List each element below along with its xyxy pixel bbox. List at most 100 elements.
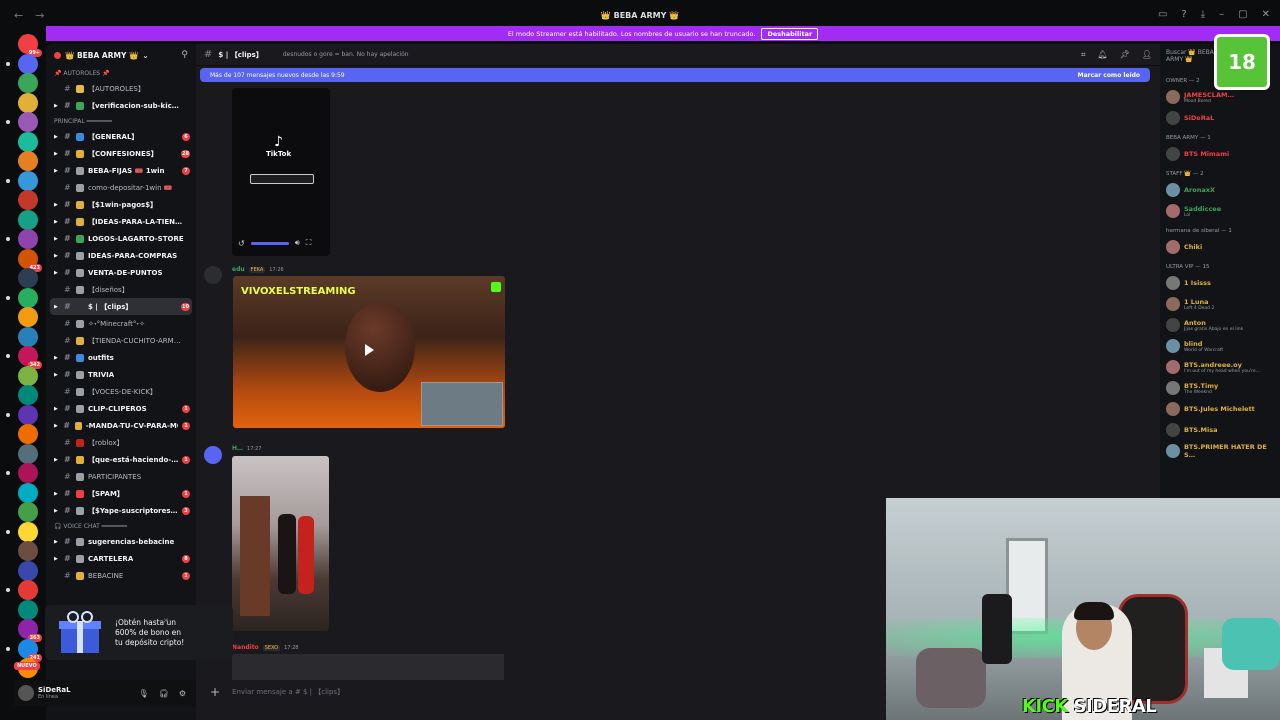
channel-item[interactable]: ▶ # TRIVIA [46,366,196,383]
server-icon[interactable] [18,326,38,347]
channel-category[interactable]: 🎧 VOICE CHAT ━━━━━━━ [46,519,196,533]
server-icon[interactable] [18,73,38,93]
server-icon[interactable] [18,424,38,444]
member-item[interactable]: BTS.Timy The Weeknd [1166,380,1218,396]
channel-item[interactable]: ▶ # $ | 【clips】 10 [50,298,192,315]
member-item[interactable]: 1 Isisss [1166,275,1211,291]
member-item[interactable]: SiDeRaL [1166,110,1214,126]
channel-item[interactable]: # PARTICIPANTES [46,468,196,485]
server-icon[interactable] [18,307,38,327]
server-icon[interactable] [18,541,38,561]
minimize-icon[interactable]: – [1219,9,1224,20]
channel-item[interactable]: # 【TIENDA-CUCHITO-ARM… [46,332,196,349]
pin-icon[interactable]: 📌︎ [1120,50,1130,60]
channel-item[interactable]: ▶ # outfits [46,349,196,366]
server-icon[interactable] [18,209,38,230]
add-attachment-icon[interactable]: + [210,685,220,699]
server-icon[interactable]: 99+ [18,34,42,57]
inbox-icon[interactable]: ▭ [1158,9,1167,20]
server-icon[interactable] [18,580,38,600]
channel-item[interactable]: ▶ # 【verificacion-sub-kic… [46,97,196,114]
new-messages-bar[interactable]: Más de 107 mensajes nuevos desde las 9:5… [200,68,1150,82]
member-item[interactable]: BTS.PRIMER HATER DE S… [1166,443,1280,459]
replay-icon[interactable]: ↺ [238,239,245,248]
server-icon[interactable] [18,53,38,74]
close-icon[interactable]: ✕ [163,617,169,625]
channel-item[interactable]: # 【VOCES-DE-KICK】 [46,383,196,400]
microphone-icon[interactable]: 🎙︎ [139,689,149,698]
add-member-icon[interactable]: ⚲ [181,50,188,60]
channel-category[interactable]: PRINCIPAL ━━━━━━━ [46,114,196,128]
avatar[interactable] [204,266,222,284]
channel-category[interactable]: 📌 AUTOROLES 📌 [46,66,196,80]
server-icon[interactable] [18,365,38,386]
member-item[interactable]: Chiki [1166,239,1202,255]
members-icon[interactable]: 👤︎ [1142,50,1152,60]
download-icon[interactable]: ⤓ [1201,9,1205,20]
promo-popup[interactable]: ✕ ¡Obtén hasta un 600% de bono en tu dep… [45,605,233,660]
channel-item[interactable]: ▶ # 【GENERAL】 6 [46,128,196,145]
server-icon[interactable] [18,190,38,210]
server-icon[interactable] [18,599,38,620]
help-icon[interactable]: ? [1181,9,1186,20]
server-icon[interactable]: 342 [18,346,42,369]
server-icon[interactable] [18,560,38,581]
member-item[interactable]: AronaxX [1166,182,1215,198]
tiktok-video-embed[interactable]: ♪ TikTok ↺ 🔊︎ ⛶ [232,88,330,256]
back-forward-icons[interactable]: ←→ [14,9,56,22]
member-item[interactable]: JAMESCLAM… Mood Bored [1166,89,1234,105]
channel-item[interactable]: ▶ # IDEAS-PARA-COMPRAS [46,247,196,264]
gear-icon[interactable]: ⚙ [179,689,186,698]
video-embed[interactable] [232,456,329,631]
channel-item[interactable]: ▶ # 【CONFESIONES】 28 [46,145,196,162]
headphones-icon[interactable]: 🎧︎ [159,689,169,698]
member-item[interactable]: BTS.Jules Michelett [1166,401,1255,417]
channel-item[interactable]: ▶ # 【$Yape-suscriptores… 3 [46,502,196,519]
server-icon[interactable]: 363 [18,619,42,642]
video-embed[interactable] [232,654,504,680]
message-author[interactable]: H… [232,445,243,452]
channel-item[interactable]: ▶ # LOGOS-LAGARTO-STORE [46,230,196,247]
server-icon[interactable] [18,112,38,132]
message-author[interactable]: edu [232,266,245,273]
maximize-icon[interactable]: ▢ [1238,9,1247,20]
server-icon[interactable] [18,521,38,542]
server-icon[interactable] [18,502,38,522]
channel-item[interactable]: ▶ # 【$1win-pagos$】 [46,196,196,213]
progress-bar[interactable] [250,241,289,245]
member-item[interactable]: Anton Jijas gratis Abajo en el link [1166,317,1243,333]
channel-item[interactable]: # 【AUTOROLES】 [46,80,196,97]
video-embed[interactable]: VIVOXELSTREAMING [233,276,505,428]
server-icon[interactable] [18,463,38,483]
channel-item[interactable]: ▶ # CARTELERA 8 [46,550,196,567]
server-icon[interactable] [18,92,38,113]
member-item[interactable]: BTS.Misa [1166,422,1218,438]
message-input[interactable]: Enviar mensaje a # $ | 【clips】 [232,687,344,697]
channel-item[interactable]: # como-depositar-1win 🎟️ [46,179,196,196]
server-icon[interactable] [18,151,38,171]
channel-topic[interactable]: desnudos o gore = ban. No hay apelación [283,51,409,58]
server-icon[interactable] [18,170,38,191]
member-item[interactable]: 1 Luna Left 4 Dead 2 [1166,296,1214,312]
mark-as-read-button[interactable]: Marcar como leído [1078,72,1140,79]
message-author[interactable]: Nandito [232,644,259,651]
server-header[interactable]: 👑 BEBA ARMY 👑 ⌄ ⚲ [46,44,196,66]
bell-icon[interactable]: 🔔︎ [1098,50,1108,60]
channel-item[interactable]: ▶ # 【IDEAS-PARA-LA-TIEN… [46,213,196,230]
threads-icon[interactable]: ⌗ [1081,50,1086,60]
server-icon[interactable] [18,131,38,152]
volume-icon[interactable]: 🔊︎ [295,238,300,248]
server-icon[interactable]: 241 [18,638,42,662]
channel-item[interactable]: ▶ # VENTA-DE-PUNTOS [46,264,196,281]
play-icon[interactable] [365,344,374,356]
server-icon[interactable] [18,229,38,249]
server-icon[interactable] [18,385,38,405]
server-icon[interactable] [18,404,38,425]
channel-item[interactable]: # 【roblox】 [46,434,196,451]
server-icon[interactable]: 423 [18,248,42,272]
channel-item[interactable]: ▶ # 【que-está-haciendo-… 1 [46,451,196,468]
fullscreen-icon[interactable]: ⛶ [306,238,312,248]
discord-avatar-icon[interactable] [204,446,222,464]
channel-item[interactable]: # 【diseños】 [46,281,196,298]
server-icon[interactable] [18,482,38,503]
